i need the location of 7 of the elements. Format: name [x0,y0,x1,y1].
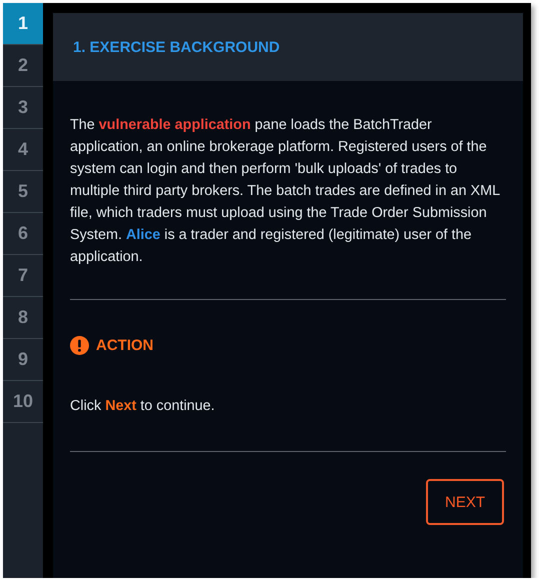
step-tab[interactable]: 1 [3,3,43,45]
action-instruction: Click Next to continue. [70,398,216,414]
background-paragraph: The vulnerable application pane loads the BatchTrader application, an online brokerage platform. Registered users of the system can login and then perform 'bulk uploads' of trades to multiple third party brokers. The batch trades are defined in an XML file, which traders must upload using the Trade Order Submission System. Alice is a trader and registered (legitimate) user of the application. [70,116,501,267]
action-title: ACTION [96,337,154,354]
section-title: 1. EXERCISE BACKGROUND [53,13,523,81]
next-button[interactable]: NEXT [426,479,504,525]
alert-icon [70,336,89,355]
